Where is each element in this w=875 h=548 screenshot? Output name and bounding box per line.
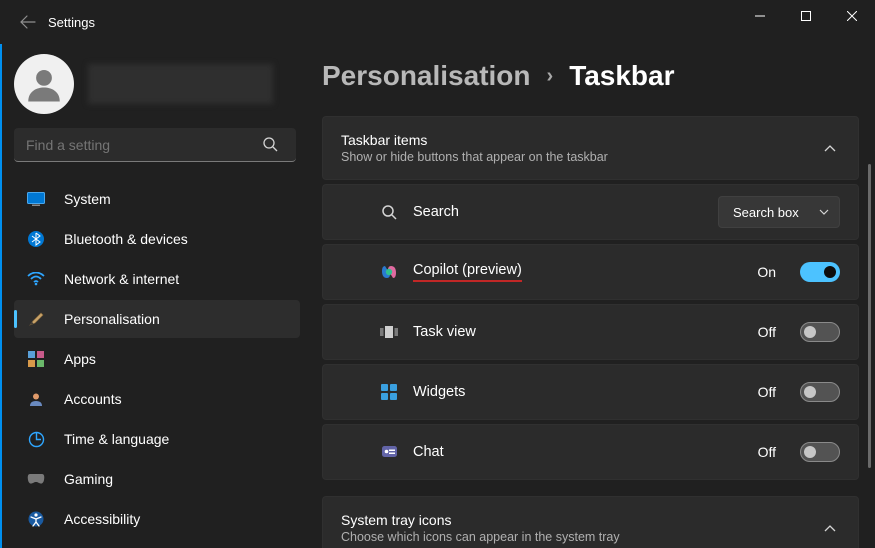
chevron-right-icon: › (547, 65, 554, 88)
user-block[interactable] (14, 44, 300, 128)
nav-system[interactable]: System (14, 180, 300, 218)
toggle-state: Off (758, 324, 776, 340)
minimize-button[interactable] (737, 0, 783, 32)
item-label: Search (413, 204, 704, 220)
nav-label: Gaming (64, 471, 113, 487)
minimize-icon (755, 11, 765, 21)
section-subtitle: Choose which icons can appear in the sys… (341, 530, 820, 544)
titlebar: Settings (0, 0, 875, 44)
breadcrumb-parent[interactable]: Personalisation (322, 60, 531, 92)
search-input[interactable] (14, 128, 296, 162)
window-controls (737, 0, 875, 44)
nav-label: Accounts (64, 391, 122, 407)
taskview-toggle[interactable] (800, 322, 840, 342)
accessibility-icon (26, 509, 46, 529)
toggle-state: Off (758, 444, 776, 460)
chevron-up-icon (820, 520, 840, 536)
window-title: Settings (48, 15, 95, 30)
dropdown-value: Search box (733, 205, 811, 220)
sidebar: System Bluetooth & devices Network & int… (0, 44, 310, 548)
nav-label: Accessibility (64, 511, 140, 527)
nav-gaming[interactable]: Gaming (14, 460, 300, 498)
breadcrumb-leaf: Taskbar (569, 60, 674, 92)
chevron-up-icon (820, 140, 840, 156)
nav-label: Personalisation (64, 311, 160, 327)
section-title: Taskbar items (341, 132, 820, 148)
toggle-state: On (757, 264, 776, 280)
item-label: Task view (413, 324, 744, 340)
person-icon (23, 63, 65, 105)
paintbrush-icon (26, 309, 46, 329)
main: Personalisation › Taskbar Taskbar items … (310, 44, 875, 548)
section-title: System tray icons (341, 512, 820, 528)
wifi-icon (26, 269, 46, 289)
chat-icon (379, 442, 399, 462)
nav-label: Network & internet (64, 271, 179, 287)
search-icon (262, 136, 278, 155)
globe-clock-icon (26, 429, 46, 449)
nav-label: Apps (64, 351, 96, 367)
accounts-icon (26, 389, 46, 409)
nav-label: System (64, 191, 111, 207)
item-taskview: Task view Off (322, 304, 859, 360)
breadcrumb: Personalisation › Taskbar (322, 44, 859, 116)
nav: System Bluetooth & devices Network & int… (14, 180, 300, 538)
item-search: Search Search box (322, 184, 859, 240)
nav-personalisation[interactable]: Personalisation (14, 300, 300, 338)
arrow-left-icon (20, 14, 36, 30)
nav-accessibility[interactable]: Accessibility (14, 500, 300, 538)
gaming-icon (26, 469, 46, 489)
section-taskbar-items[interactable]: Taskbar items Show or hide buttons that … (322, 116, 859, 180)
nav-apps[interactable]: Apps (14, 340, 300, 378)
item-widgets: Widgets Off (322, 364, 859, 420)
nav-bluetooth[interactable]: Bluetooth & devices (14, 220, 300, 258)
item-label: Widgets (413, 384, 744, 400)
apps-icon (26, 349, 46, 369)
toggle-state: Off (758, 384, 776, 400)
section-systray-icons[interactable]: System tray icons Choose which icons can… (322, 496, 859, 548)
widgets-icon (379, 382, 399, 402)
system-icon (26, 189, 46, 209)
nav-network[interactable]: Network & internet (14, 260, 300, 298)
scrollbar[interactable] (868, 164, 871, 468)
close-button[interactable] (829, 0, 875, 32)
item-copilot: Copilot (preview) On (322, 244, 859, 300)
taskview-icon (379, 322, 399, 342)
nav-label: Time & language (64, 431, 169, 447)
back-button[interactable] (8, 0, 48, 44)
copilot-icon (379, 262, 399, 282)
bluetooth-icon (26, 229, 46, 249)
maximize-icon (801, 11, 811, 21)
item-label: Copilot (preview) (413, 262, 522, 282)
avatar (14, 54, 74, 114)
nav-label: Bluetooth & devices (64, 231, 188, 247)
search-mode-dropdown[interactable]: Search box (718, 196, 840, 228)
item-label: Chat (413, 444, 744, 460)
close-icon (847, 11, 857, 21)
maximize-button[interactable] (783, 0, 829, 32)
sidebar-search (14, 128, 300, 162)
window-left-accent (0, 44, 2, 548)
search-icon (379, 202, 399, 222)
widgets-toggle[interactable] (800, 382, 840, 402)
nav-accounts[interactable]: Accounts (14, 380, 300, 418)
user-name-redacted (88, 64, 273, 104)
chat-toggle[interactable] (800, 442, 840, 462)
item-chat: Chat Off (322, 424, 859, 480)
nav-time-language[interactable]: Time & language (14, 420, 300, 458)
copilot-toggle[interactable] (800, 262, 840, 282)
section-subtitle: Show or hide buttons that appear on the … (341, 150, 820, 164)
chevron-down-icon (819, 209, 829, 215)
